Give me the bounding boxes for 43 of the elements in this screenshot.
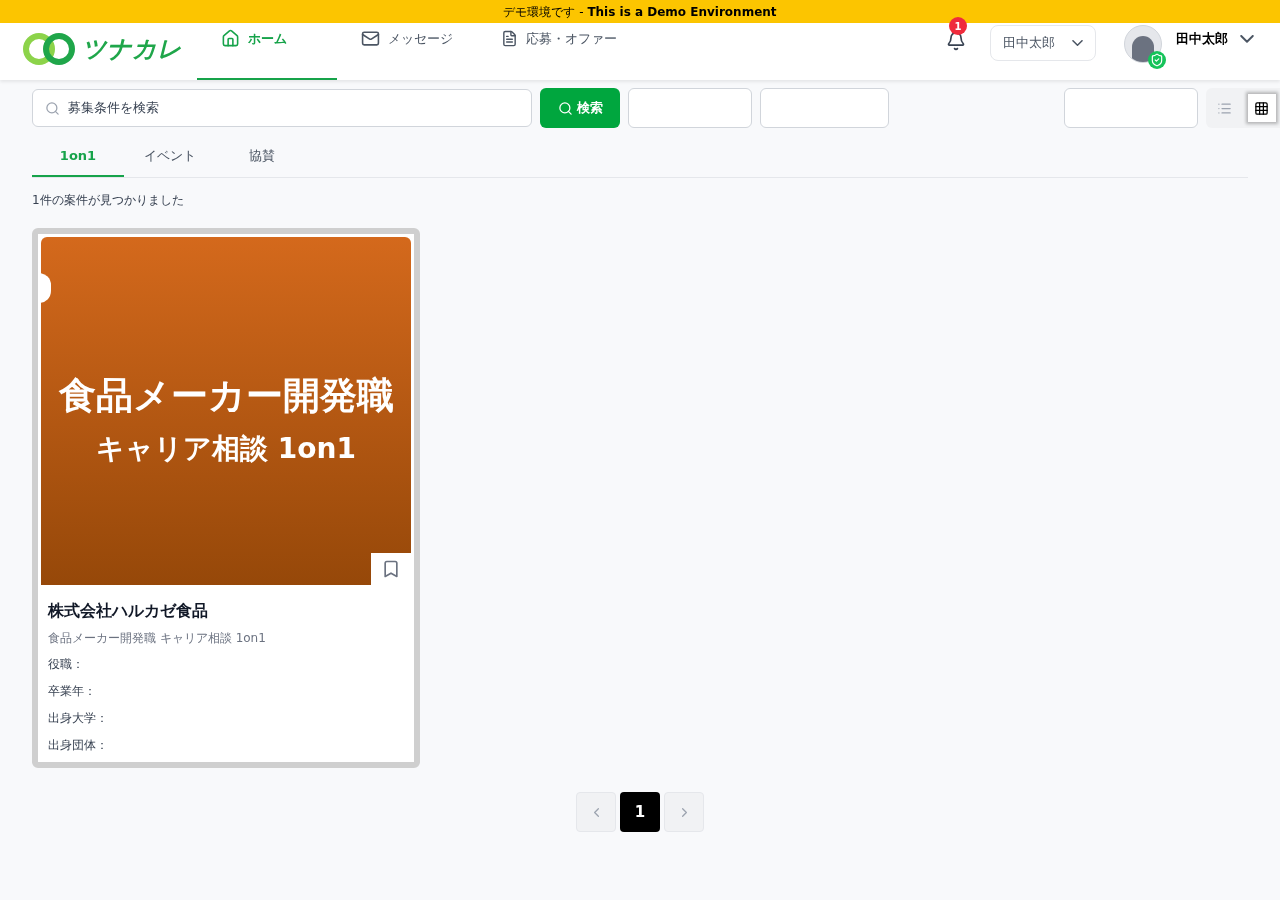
company-name: 株式会社ハルカゼ食品: [48, 600, 209, 622]
avatar: [1124, 25, 1162, 63]
bell-icon[interactable]: [946, 31, 966, 51]
listing-card[interactable]: 食品メーカー開発職 キャリア相談 1on1 株式会社ハルカゼ食品 食品メーカー開発職 キャリア相談 1on1 役職： 卒業年： 出身大学： 出身団体：: [32, 228, 420, 768]
demo-banner: デモ環境です - This is a Demo Environment: [0, 0, 1280, 23]
banner-subtitle: キャリア相談 1on1: [96, 430, 356, 467]
envelope-icon: [361, 29, 380, 48]
banner-title: 食品メーカー開発職: [58, 373, 394, 420]
previous-page-button[interactable]: [576, 792, 616, 832]
nav-tab[interactable]: 応募・オファー: [477, 23, 617, 80]
account-select[interactable]: 田中太郎: [990, 25, 1096, 61]
nav-tab[interactable]: メッセージ: [337, 23, 477, 80]
category-tab[interactable]: イベント: [124, 136, 216, 177]
bookmark-icon: [381, 559, 401, 579]
page-button[interactable]: 1: [620, 792, 660, 832]
logo-text: ツナカレ: [82, 33, 182, 65]
chevron-down-icon: [1240, 34, 1254, 43]
filter-select[interactable]: [628, 88, 752, 128]
field-label: 出身大学：: [48, 710, 109, 727]
sort-select[interactable]: [1064, 88, 1198, 128]
bookmark-button[interactable]: [371, 553, 411, 585]
search-icon: [45, 100, 60, 116]
listing-subtitle: 食品メーカー開発職 キャリア相談 1on1: [48, 630, 267, 647]
category-tab[interactable]: 協賛: [216, 136, 308, 177]
grid-view-button[interactable]: [1247, 94, 1276, 122]
notification-badge: 1: [949, 17, 967, 35]
search-input[interactable]: 募集条件を検索: [68, 98, 519, 118]
filter-select[interactable]: [760, 88, 889, 128]
next-page-button[interactable]: [664, 792, 704, 832]
verified-badge-icon: [1148, 51, 1166, 69]
search-field[interactable]: 募集条件を検索: [32, 89, 532, 127]
home-icon: [221, 29, 240, 48]
list-icon: [1217, 100, 1232, 116]
user-menu[interactable]: 田中太郎: [1176, 29, 1254, 49]
chevron-down-icon: [1072, 39, 1083, 46]
logo-icon: [22, 30, 78, 67]
field-label: 役職：: [48, 656, 85, 673]
result-count: 1件の案件が見つかりました: [32, 192, 185, 209]
field-label: 出身団体：: [48, 737, 109, 754]
field-label: 卒業年：: [48, 683, 97, 700]
document-icon: [501, 29, 518, 48]
search-icon: [557, 100, 573, 116]
grid-icon: [1254, 100, 1269, 116]
